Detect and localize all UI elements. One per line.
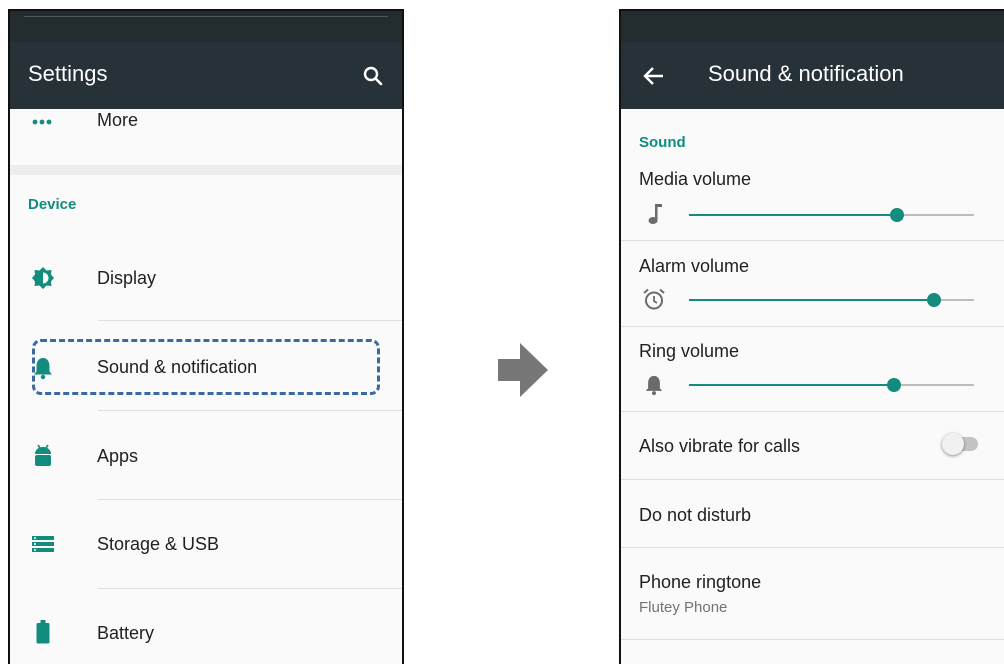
toggle-thumb	[942, 433, 964, 455]
alarm-volume-slider[interactable]	[689, 293, 974, 307]
volume-label: Media volume	[639, 169, 752, 189]
sound-notification-screen: Sound & notification Sound Media volume …	[619, 9, 1004, 664]
setting-label: Phone ringtone	[639, 572, 762, 592]
settings-screen: Settings More Device Display Sound & not…	[8, 9, 404, 664]
divider	[621, 479, 1004, 480]
page-title: Settings	[28, 61, 108, 86]
back-arrow-icon[interactable]	[643, 66, 665, 86]
music-note-icon	[648, 204, 662, 224]
section-separator	[10, 165, 402, 175]
brightness-icon	[32, 267, 54, 289]
slider-thumb[interactable]	[887, 378, 902, 392]
divider	[621, 411, 1004, 412]
ringtone-value: Flutey Phone	[639, 599, 728, 616]
slider-fill	[689, 214, 898, 216]
status-bar	[10, 11, 402, 42]
search-icon[interactable]	[361, 64, 385, 88]
section-header-sound: Sound	[639, 134, 686, 151]
slider-fill	[689, 299, 935, 301]
section-header-device: Device	[28, 196, 77, 213]
more-dots-icon	[32, 119, 52, 125]
settings-item-label: Battery	[97, 623, 155, 643]
divider	[98, 410, 402, 411]
app-bar: Settings	[10, 42, 402, 109]
battery-icon	[36, 620, 50, 644]
alarm-clock-icon	[643, 288, 665, 310]
ring-volume-slider[interactable]	[689, 378, 974, 392]
slider-thumb[interactable]	[890, 208, 905, 222]
settings-item-label: Apps	[97, 446, 139, 466]
divider	[98, 499, 402, 500]
volume-label: Ring volume	[639, 341, 740, 361]
volume-label: Alarm volume	[639, 256, 750, 276]
media-volume-slider[interactable]	[689, 208, 974, 222]
status-bar	[621, 11, 1004, 42]
android-icon	[35, 444, 51, 466]
settings-item-label: Storage & USB	[97, 534, 220, 554]
divider	[621, 326, 1004, 327]
transition-arrow-icon	[498, 343, 548, 397]
bell-icon	[645, 375, 663, 396]
slider-fill	[689, 384, 895, 386]
slider-thumb[interactable]	[927, 293, 942, 307]
divider	[98, 588, 402, 589]
page-title: Sound & notification	[708, 61, 904, 86]
app-bar: Sound & notification	[621, 42, 1004, 109]
divider	[98, 320, 402, 321]
settings-item-label: Display	[97, 268, 157, 288]
storage-icon	[32, 536, 54, 552]
setting-label: Do not disturb	[639, 505, 752, 525]
setting-label: Also vibrate for calls	[639, 436, 801, 456]
highlight-box	[32, 339, 380, 395]
settings-item-label: More	[97, 110, 139, 130]
divider	[621, 547, 1004, 548]
vibrate-toggle[interactable]	[942, 433, 978, 455]
divider	[621, 240, 1004, 241]
divider	[621, 639, 1004, 640]
